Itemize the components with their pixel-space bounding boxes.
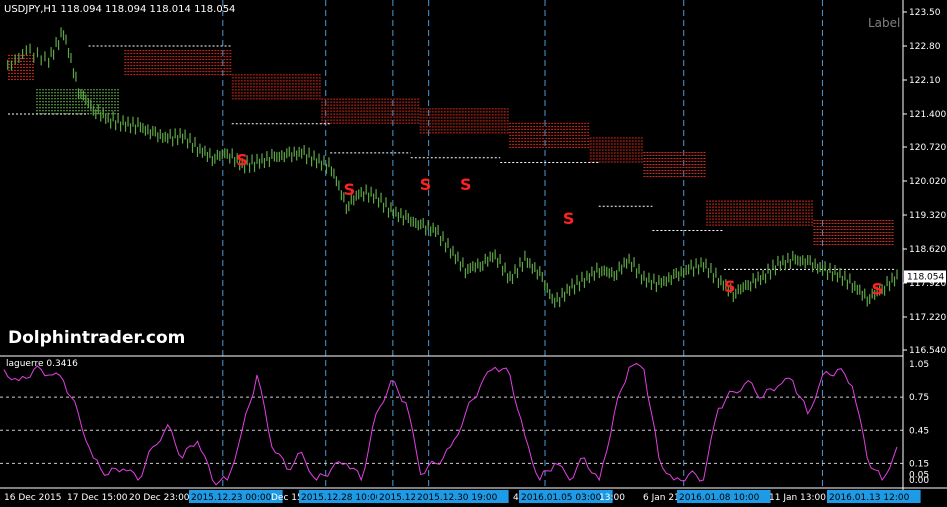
- signal-marker: S: [724, 277, 736, 296]
- time-label: 2015.12.30 19:00: [417, 493, 498, 503]
- osc-tick-label: 0.15: [909, 459, 929, 469]
- osc-tick-label: 0.00: [909, 476, 929, 486]
- osc-tick-label: 1.05: [909, 360, 929, 370]
- time-label: 11 Jan 13:00: [769, 493, 826, 503]
- indicator-label: laguerre 0.3416: [6, 359, 78, 369]
- price-tick-label: 120.720: [909, 143, 946, 153]
- price-tick-label: 122.10: [909, 76, 941, 86]
- time-label: 6 Jan 21: [643, 493, 680, 503]
- time-label: 20 Dec 23:00: [129, 493, 190, 503]
- time-label: 2016.01.05 03:00: [521, 493, 602, 503]
- chart-window[interactable]: SS S SSS S 1.050.750.450.150.050.00 123.501…: [0, 0, 947, 507]
- time-label: 2016.01.08 10:00: [679, 493, 760, 503]
- time-label: 17 Dec 15:00: [67, 493, 128, 503]
- osc-tick-label: 0.75: [909, 393, 929, 403]
- time-label: 2015.12.23 00:00: [191, 493, 272, 503]
- symbol-info: USDJPY,H1 118.094 118.094 118.014 118.05…: [4, 4, 236, 15]
- price-tick-label: 120.020: [909, 177, 946, 187]
- price-tick-label: 117.220: [909, 313, 946, 323]
- signal-marker: S: [460, 175, 472, 194]
- price-tick-label: 123.50: [909, 8, 941, 18]
- osc-tick-label: 0.45: [909, 426, 929, 436]
- corner-label: Label: [868, 16, 901, 30]
- price-tick-label: 119.320: [909, 211, 946, 221]
- price-tick-label: 121.400: [909, 110, 946, 120]
- time-label: Dec 15: [271, 493, 303, 503]
- time-label: 2015.12.: [379, 493, 419, 503]
- signal-marker: S: [344, 180, 356, 199]
- price-tick-label: 118.620: [909, 245, 946, 255]
- time-label: 2016.01.13 12:00: [829, 493, 910, 503]
- time-label: 16 Dec 2015: [4, 493, 62, 503]
- signal-marker: S: [236, 151, 248, 170]
- watermark: Dolphintrader.com: [8, 328, 186, 348]
- time-label: 4: [513, 493, 519, 503]
- price-tick-label: 122.80: [909, 42, 941, 52]
- signal-marker: S: [563, 209, 575, 228]
- price-tick-label: 116.540: [909, 346, 946, 356]
- signal-marker: S: [420, 175, 432, 194]
- current-price-label: 118.054: [907, 272, 944, 282]
- time-label: 2015.12.28 10:00: [301, 493, 382, 503]
- signal-marker: S: [872, 279, 884, 298]
- time-label: 13:00: [599, 493, 625, 503]
